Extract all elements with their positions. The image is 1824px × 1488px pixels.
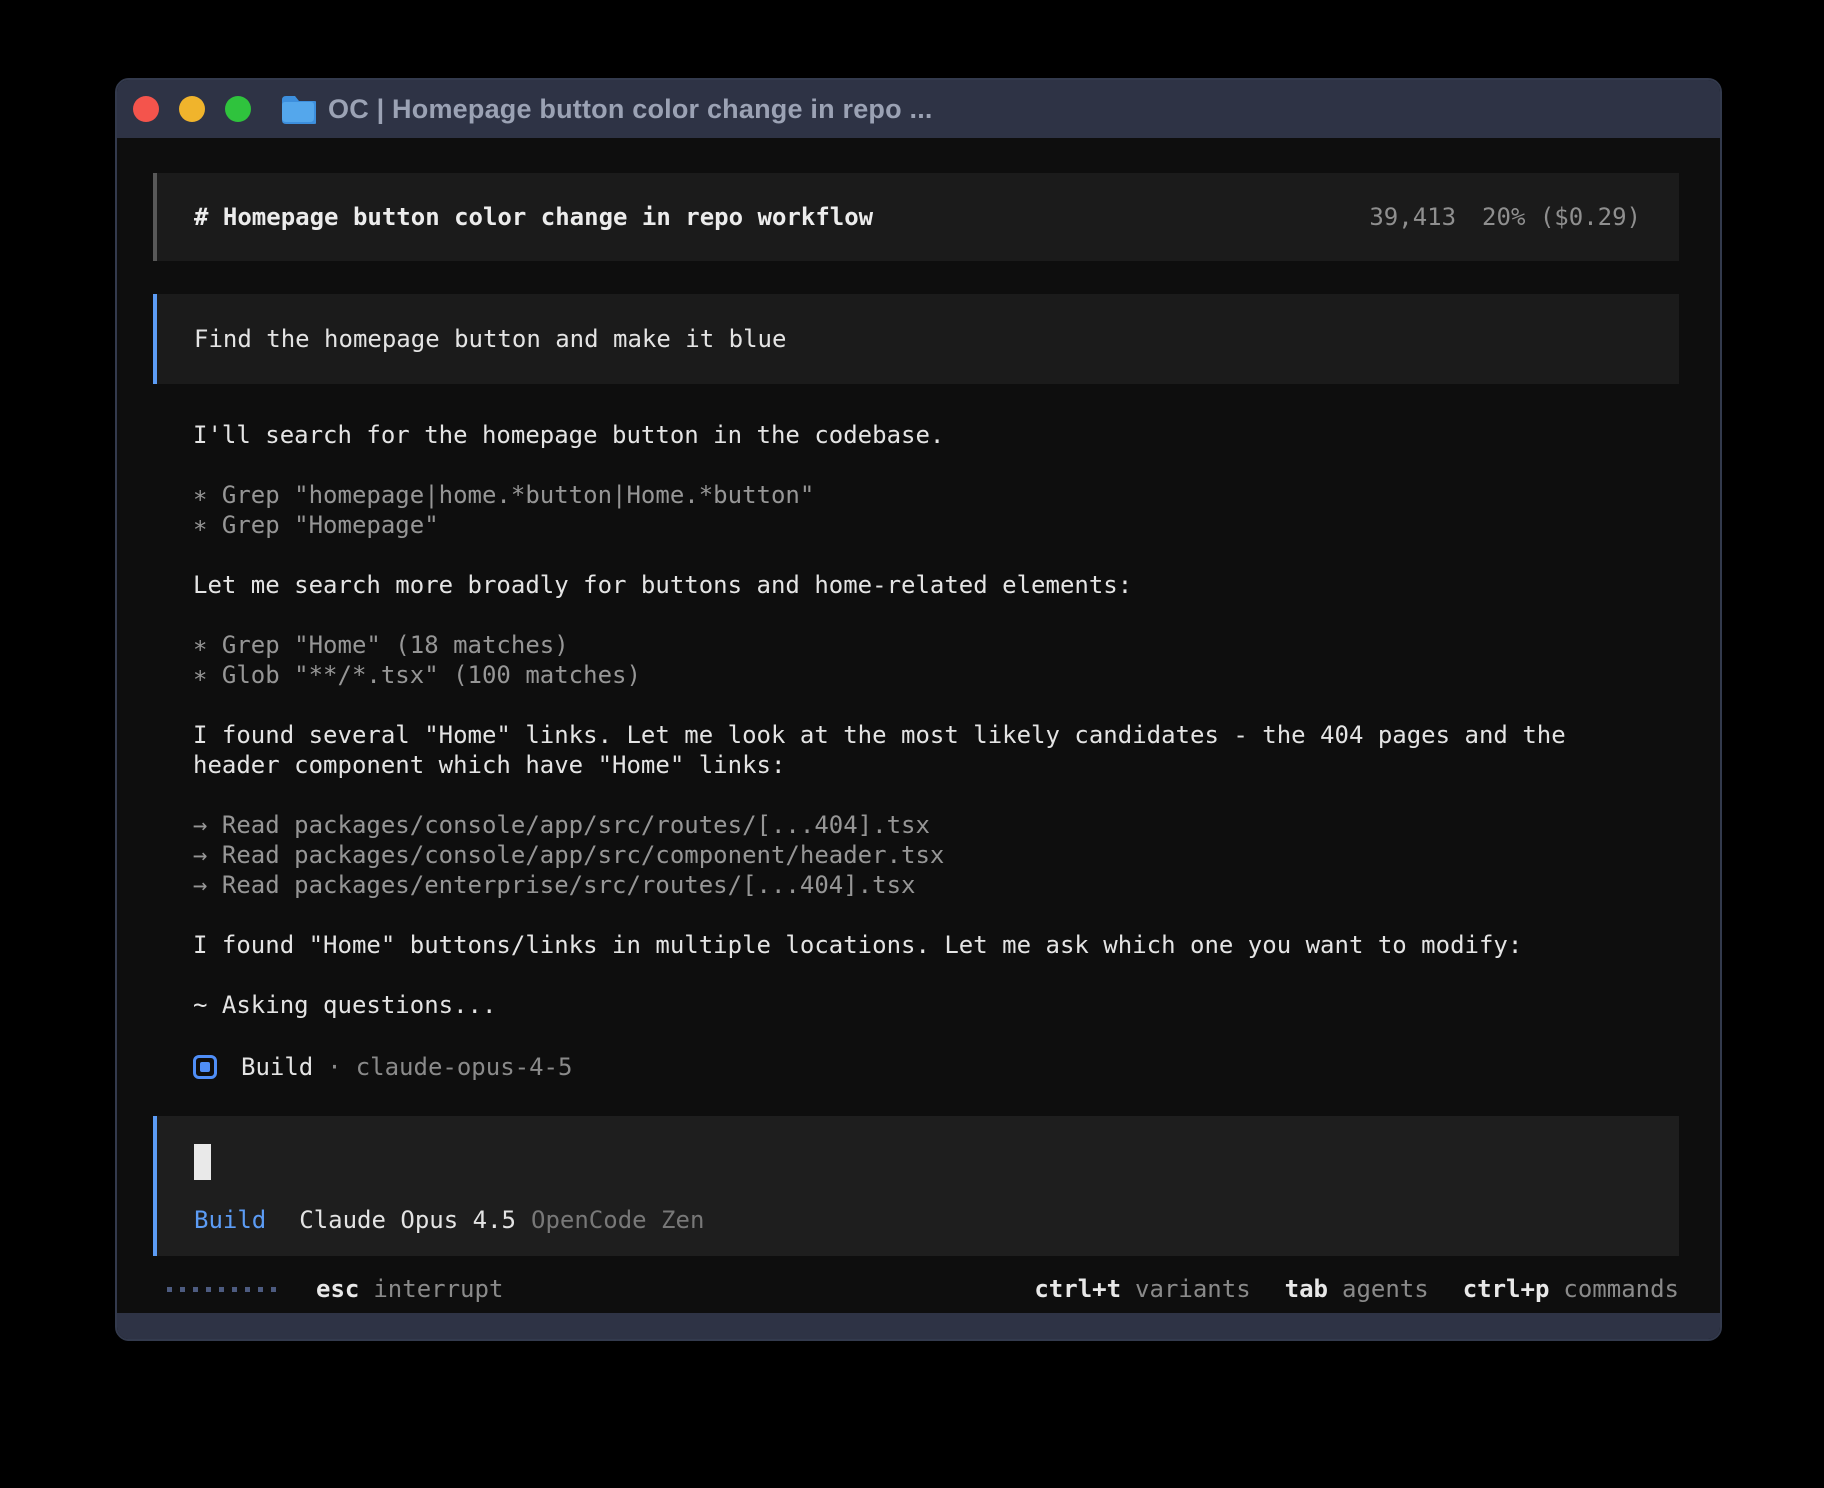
- hint-commands: ctrl+p commands: [1463, 1275, 1679, 1303]
- working-status: ~ Asking questions...: [193, 990, 1679, 1020]
- assistant-text: I'll search for the homepage button in t…: [193, 420, 1679, 450]
- hint-variants: ctrl+t variants: [1034, 1275, 1250, 1303]
- tool-call-read: → Read packages/enterprise/src/routes/[.…: [193, 870, 1679, 900]
- session-stats: 39,413 20% ($0.29): [1369, 203, 1641, 231]
- statusbar: esc interrupt ctrl+t variants tab agents…: [153, 1268, 1679, 1310]
- agent-name: Build: [241, 1053, 313, 1081]
- esc-key: esc: [316, 1275, 359, 1303]
- terminal-content: # Homepage button color change in repo w…: [117, 138, 1720, 1313]
- agent-build-icon: [193, 1055, 217, 1079]
- commands-label: commands: [1563, 1275, 1679, 1303]
- input-footer: Build Claude Opus 4.5 OpenCode Zen: [194, 1206, 1641, 1234]
- hint-agents: tab agents: [1285, 1275, 1429, 1303]
- agent-separator: ·: [327, 1053, 341, 1081]
- terminal-window: OC | Homepage button color change in rep…: [115, 78, 1722, 1341]
- agents-label: agents: [1342, 1275, 1429, 1303]
- input-provider-label: OpenCode Zen: [531, 1206, 704, 1234]
- variants-label: variants: [1135, 1275, 1251, 1303]
- close-button[interactable]: [133, 96, 159, 122]
- window-title: OC | Homepage button color change in rep…: [328, 94, 933, 125]
- tool-call-grep: ∗ Grep "Homepage": [193, 510, 1679, 540]
- folder-icon: [280, 94, 316, 124]
- titlebar: OC | Homepage button color change in rep…: [117, 80, 1720, 138]
- assistant-transcript: I'll search for the homepage button in t…: [193, 420, 1679, 1084]
- user-message-text: Find the homepage button and make it blu…: [194, 325, 786, 353]
- agent-model: claude-opus-4-5: [356, 1053, 573, 1081]
- zoom-button[interactable]: [225, 96, 251, 122]
- tool-call-grep: ∗ Grep "Home" (18 matches): [193, 630, 1679, 660]
- tool-call-glob: ∗ Glob "**/*.tsx" (100 matches): [193, 660, 1679, 690]
- tool-call-read: → Read packages/console/app/src/routes/[…: [193, 810, 1679, 840]
- tool-call-grep: ∗ Grep "homepage|home.*button|Home.*butt…: [193, 480, 1679, 510]
- assistant-text: I found several "Home" links. Let me loo…: [193, 720, 1679, 750]
- ctrl-t-key: ctrl+t: [1034, 1275, 1121, 1303]
- statusbar-hints: ctrl+t variants tab agents ctrl+p comman…: [1000, 1275, 1679, 1303]
- agent-badge: Build · claude-opus-4-5: [193, 1050, 1679, 1084]
- input-model-label: Claude Opus 4.5: [299, 1206, 516, 1234]
- esc-hint: interrupt: [373, 1275, 503, 1303]
- input-agent-label: Build: [194, 1206, 266, 1234]
- progress-dots: [167, 1287, 276, 1292]
- user-message: Find the homepage button and make it blu…: [153, 294, 1679, 384]
- assistant-text: Let me search more broadly for buttons a…: [193, 570, 1679, 600]
- session-header: # Homepage button color change in repo w…: [153, 173, 1679, 261]
- window-bottom-edge: [117, 1313, 1720, 1339]
- text-cursor: [194, 1144, 211, 1180]
- assistant-text: header component which have "Home" links…: [193, 750, 1679, 780]
- minimize-button[interactable]: [179, 96, 205, 122]
- session-title: # Homepage button color change in repo w…: [194, 203, 873, 231]
- prompt-input[interactable]: Build Claude Opus 4.5 OpenCode Zen: [153, 1116, 1679, 1256]
- tool-call-read: → Read packages/console/app/src/componen…: [193, 840, 1679, 870]
- ctrl-p-key: ctrl+p: [1463, 1275, 1550, 1303]
- token-count: 39,413: [1369, 203, 1456, 231]
- context-cost: 20% ($0.29): [1482, 203, 1641, 231]
- assistant-text: I found "Home" buttons/links in multiple…: [193, 930, 1679, 960]
- tab-key: tab: [1285, 1275, 1328, 1303]
